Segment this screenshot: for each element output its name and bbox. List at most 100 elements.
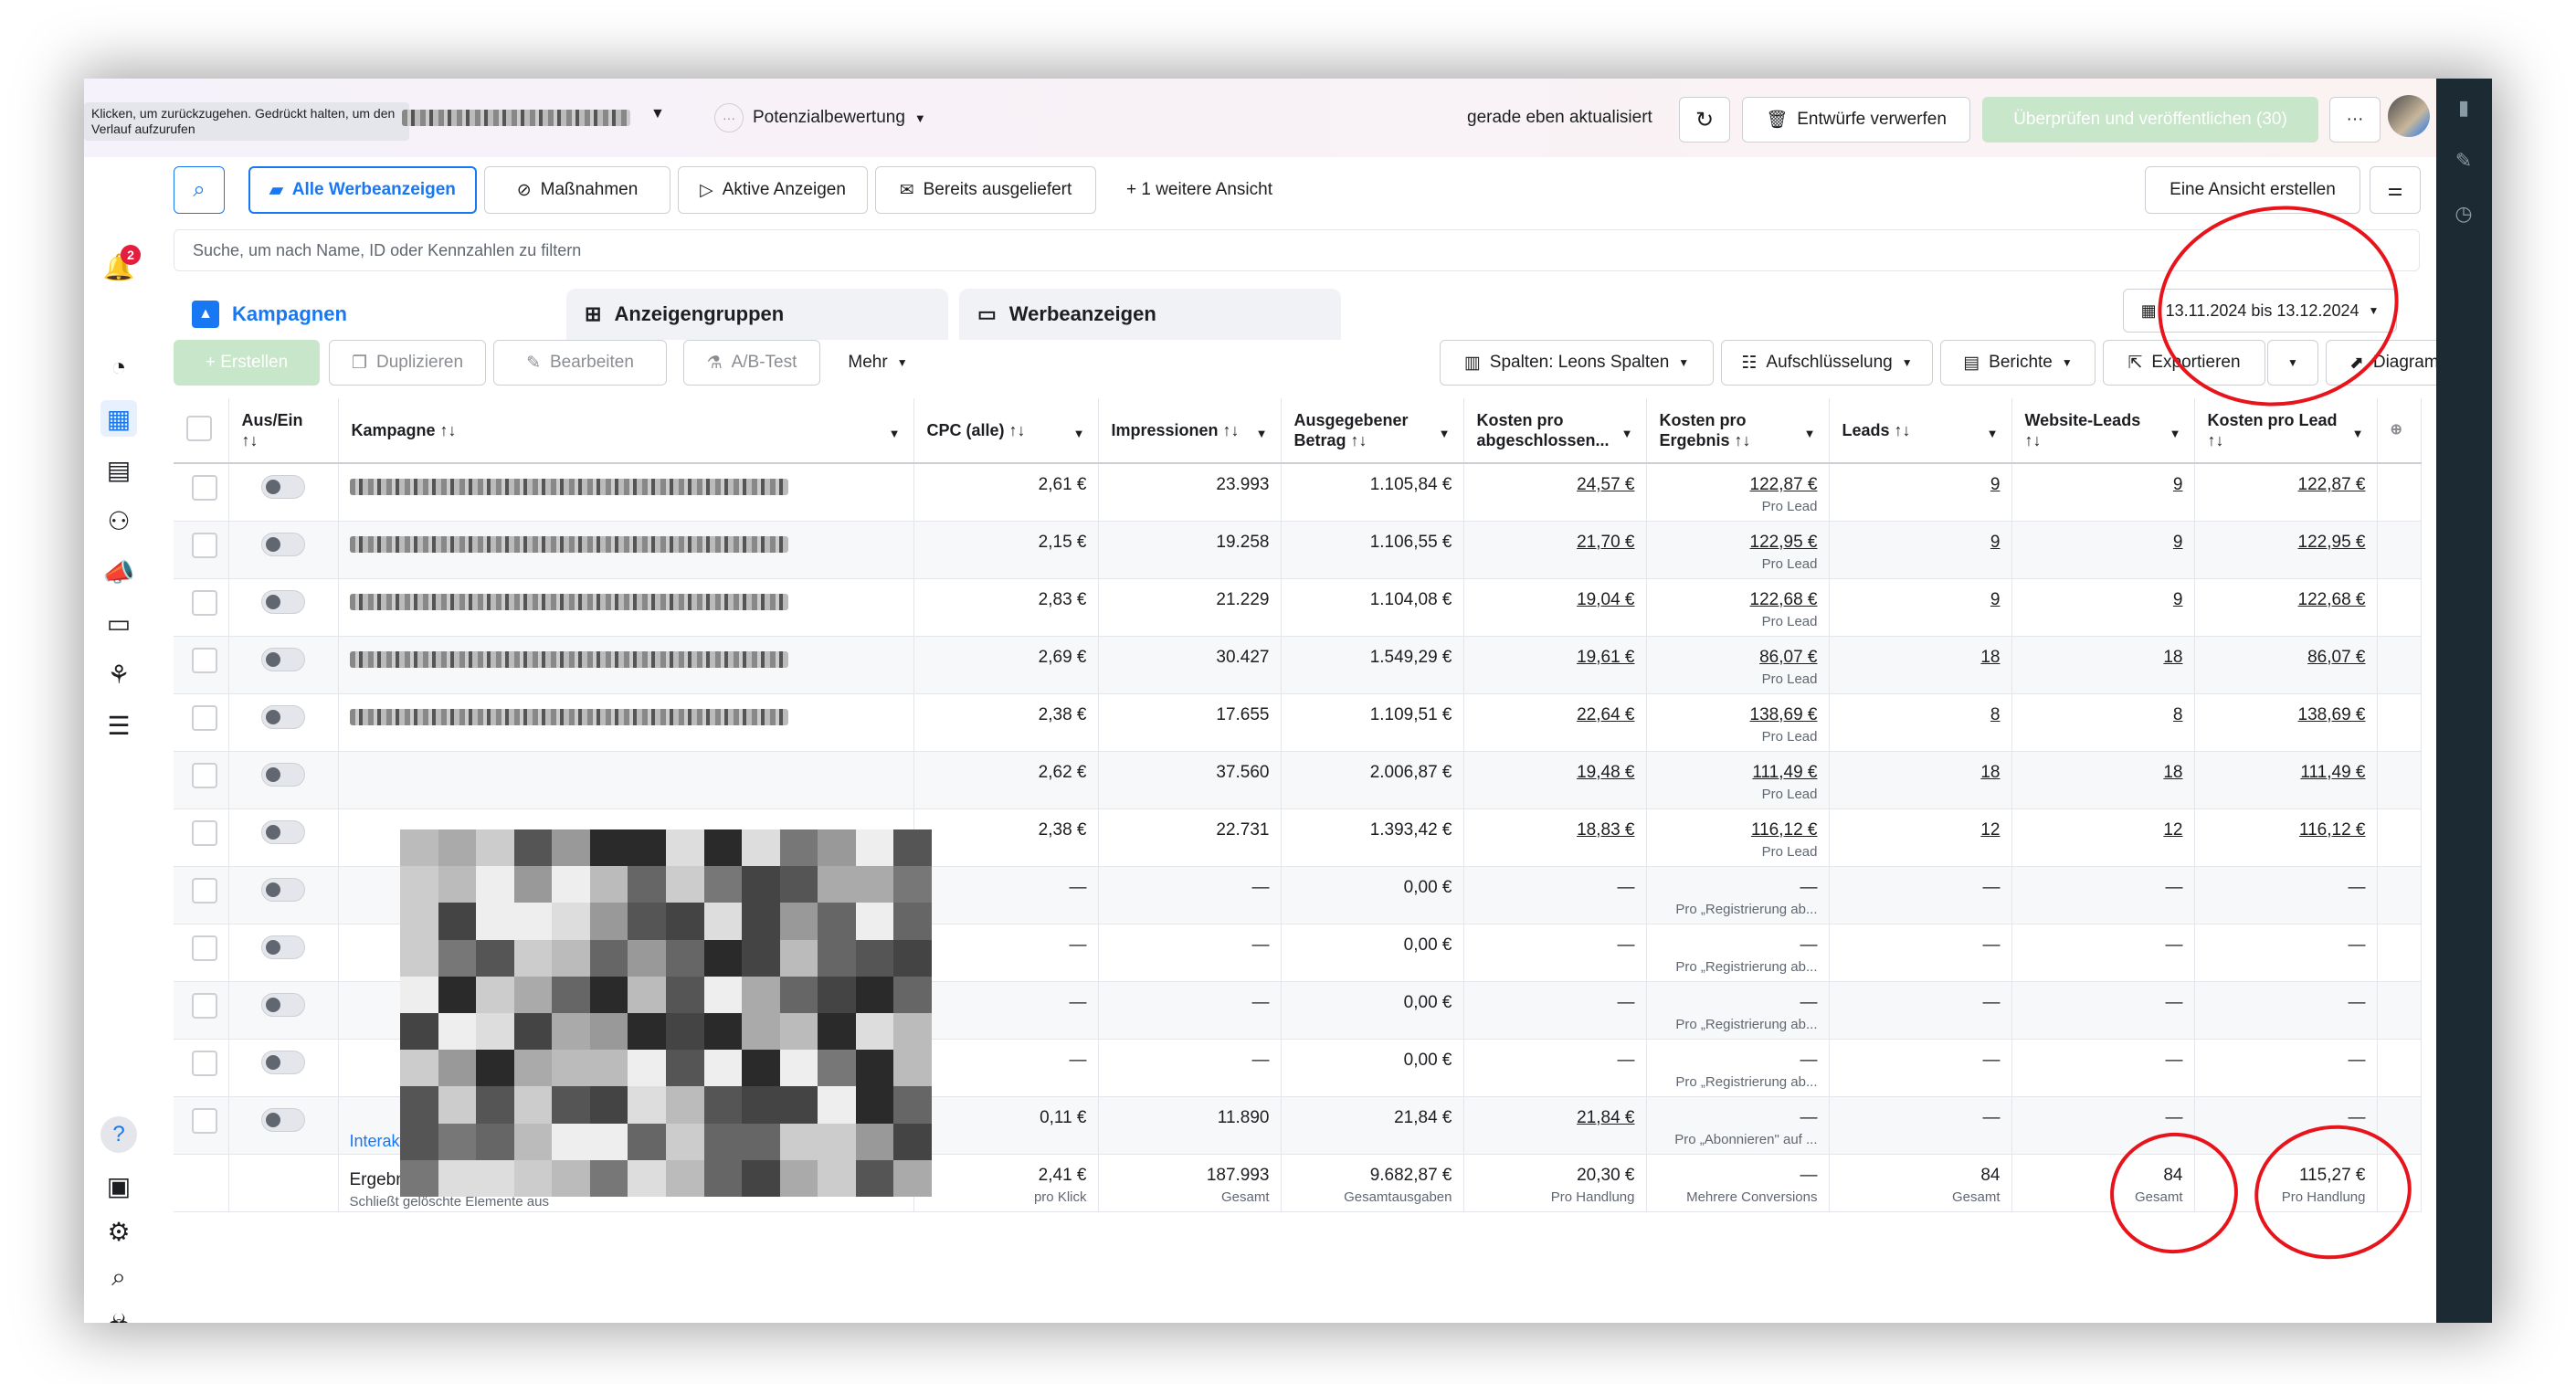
refresh-button[interactable]: ↻ — [1679, 97, 1730, 143]
chevron-down-icon[interactable]: ▼ — [889, 424, 901, 444]
row-select[interactable] — [174, 981, 229, 1040]
cell-leads-value[interactable]: 8 — [1990, 705, 2001, 724]
cell-clead-value[interactable]: 122,87 € — [2298, 475, 2366, 494]
row-checkbox[interactable] — [191, 992, 217, 1019]
cell-ccomp-value[interactable]: 18,83 € — [1577, 820, 1634, 840]
cell-ccomp-value[interactable]: 19,61 € — [1577, 648, 1634, 667]
row-select[interactable] — [174, 463, 229, 522]
campaign-name-cell[interactable] — [338, 751, 914, 809]
cell-leads-value[interactable]: 18 — [1980, 648, 2000, 667]
chevron-down-icon[interactable]: ▼ — [1073, 424, 1085, 444]
row-checkbox[interactable] — [191, 532, 217, 558]
view-active-ads[interactable]: ▷ Aktive Anzeigen — [678, 166, 868, 214]
cell-cres-value[interactable]: 86,07 € — [1759, 648, 1817, 667]
campaign-name-cell[interactable] — [338, 636, 914, 694]
help-icon[interactable]: ? — [100, 1116, 137, 1153]
table-row[interactable]: 2,83 € 21.229 1.104,08 € 19,04 € 122,68 € Pro… — [174, 578, 2422, 637]
cell-clead-value[interactable]: 122,68 € — [2298, 590, 2366, 609]
chevron-down-icon[interactable]: ▼ — [2352, 424, 2364, 444]
cell-clead-value[interactable]: 122,95 € — [2298, 533, 2366, 552]
chevron-down-icon[interactable]: ▼ — [1804, 424, 1816, 444]
campaign-toggle[interactable] — [261, 475, 305, 499]
dashboard-gauge-icon[interactable]: ◔ — [100, 349, 137, 386]
campaign-toggle[interactable] — [261, 819, 305, 844]
row-select[interactable] — [174, 578, 229, 637]
view-actions[interactable]: ⊘ Maßnahmen — [484, 166, 670, 214]
account-chevron-down-icon[interactable]: ▼ — [650, 106, 665, 122]
cell-ccomp-value[interactable]: 19,48 € — [1577, 763, 1634, 782]
cell-cres-value[interactable]: 122,87 € — [1750, 475, 1818, 494]
campaign-name-redacted[interactable] — [349, 593, 788, 610]
cell-leads-value[interactable]: 9 — [1990, 475, 2001, 494]
header-campaign[interactable]: Kampagne ↑↓ ▼ — [338, 398, 914, 464]
add-column-header[interactable]: ⊕ — [2377, 398, 2422, 464]
cell-cres-value[interactable]: 122,95 € — [1750, 533, 1818, 552]
row-checkbox[interactable] — [191, 762, 217, 788]
cell-clead-value[interactable]: 111,49 € — [2300, 763, 2365, 782]
cell-clead-value[interactable]: 138,69 € — [2298, 705, 2366, 724]
duplicate-button[interactable]: ❐ Duplizieren — [329, 340, 486, 386]
campaign-toggle[interactable] — [261, 935, 305, 959]
campaign-toggle[interactable] — [261, 704, 305, 729]
cell-wleads-value[interactable]: 9 — [2173, 533, 2183, 552]
chevron-down-icon[interactable]: ▼ — [1439, 424, 1451, 444]
cell-wleads-value[interactable]: 9 — [2173, 475, 2183, 494]
row-select[interactable] — [174, 521, 229, 579]
create-button[interactable]: + Erstellen — [174, 340, 320, 386]
review-publish-button[interactable]: Überprüfen und veröffentlichen (30) — [1982, 97, 2318, 143]
cell-ccomp-value[interactable]: 19,04 € — [1577, 590, 1634, 609]
row-checkbox[interactable] — [191, 935, 217, 961]
row-select[interactable] — [174, 693, 229, 752]
search-icon[interactable]: ⌕ — [100, 1259, 137, 1295]
cell-clead-value[interactable]: 86,07 € — [2307, 648, 2365, 667]
campaign-name-redacted[interactable] — [349, 650, 788, 668]
cell-cres-value[interactable]: 122,68 € — [1750, 590, 1818, 609]
cell-ccomp-value[interactable]: 21,70 € — [1577, 533, 1634, 552]
campaign-toggle[interactable] — [261, 647, 305, 671]
campaign-toggle[interactable] — [261, 762, 305, 787]
cell-clead-value[interactable]: 116,12 € — [2299, 820, 2366, 840]
view-settings-button[interactable]: ⚌ — [2370, 166, 2421, 214]
more-menu-button[interactable]: Mehr ▼ — [828, 340, 928, 386]
row-checkbox[interactable] — [191, 704, 217, 731]
create-view-button[interactable]: Eine Ansicht erstellen — [2145, 166, 2360, 214]
cell-cres-value[interactable]: 111,49 € — [1752, 763, 1817, 782]
bar-chart-icon[interactable]: ▮ — [2453, 97, 2475, 119]
tab-campaigns[interactable]: ▲ Kampagnen — [174, 289, 555, 340]
campaign-toggle[interactable] — [261, 589, 305, 614]
bug-icon[interactable]: ☣ — [100, 1305, 137, 1324]
table-row[interactable]: 2,38 € 17.655 1.109,51 € 22,64 € 138,69 € Pro… — [174, 693, 2422, 752]
select-all-checkbox[interactable] — [186, 415, 212, 441]
table-row[interactable]: 2,62 € 37.560 2.006,87 € 19,48 € 111,49 € Pro… — [174, 751, 2422, 809]
cell-wleads-value[interactable]: 12 — [2163, 820, 2182, 840]
table-row[interactable]: 2,15 € 19.258 1.106,55 € 21,70 € 122,95 € Pro… — [174, 521, 2422, 579]
campaign-name-cell[interactable] — [338, 578, 914, 637]
row-select[interactable] — [174, 866, 229, 924]
campaign-toggle[interactable] — [261, 992, 305, 1017]
row-checkbox[interactable] — [191, 1107, 217, 1134]
campaign-toggle[interactable] — [261, 1050, 305, 1074]
megaphone-icon[interactable]: 📣 — [100, 554, 137, 590]
campaign-toggle[interactable] — [261, 1107, 305, 1132]
report-icon[interactable]: ▣ — [100, 1167, 137, 1204]
view-all-ads[interactable]: ▰ Alle Werbeanzeigen — [248, 166, 477, 214]
row-select[interactable] — [174, 751, 229, 809]
table-row[interactable]: 2,69 € 30.427 1.549,29 € 19,61 € 86,07 € Pro … — [174, 636, 2422, 694]
cell-wleads-value[interactable]: 18 — [2163, 648, 2182, 667]
campaign-toggle[interactable] — [261, 532, 305, 556]
pages-icon[interactable]: ▤ — [100, 451, 137, 488]
edit-button[interactable]: ✎ Bearbeiten — [493, 340, 667, 386]
header-spend[interactable]: Ausgegebener Betrag ↑↓ ▼ — [1281, 398, 1464, 464]
discard-drafts-button[interactable]: 🗑 Entwürfe verwerfen — [1742, 97, 1970, 143]
row-checkbox[interactable] — [191, 647, 217, 673]
business-tools-icon[interactable]: ⚘ — [100, 656, 137, 692]
row-checkbox[interactable] — [191, 877, 217, 903]
header-cost-per-lead[interactable]: Kosten pro Lead ↑↓ ▼ — [2194, 398, 2378, 464]
cell-ccomp-value[interactable]: 24,57 € — [1577, 475, 1634, 494]
campaign-name-redacted[interactable] — [349, 535, 788, 553]
row-select[interactable] — [174, 1096, 229, 1155]
more-options-button[interactable]: ··· — [2329, 97, 2381, 143]
reports-button[interactable]: ▤ Berichte ▼ — [1940, 340, 2096, 386]
add-column-icon[interactable]: ⊕ — [2391, 422, 2402, 438]
chevron-down-icon[interactable]: ▼ — [1987, 424, 1999, 444]
